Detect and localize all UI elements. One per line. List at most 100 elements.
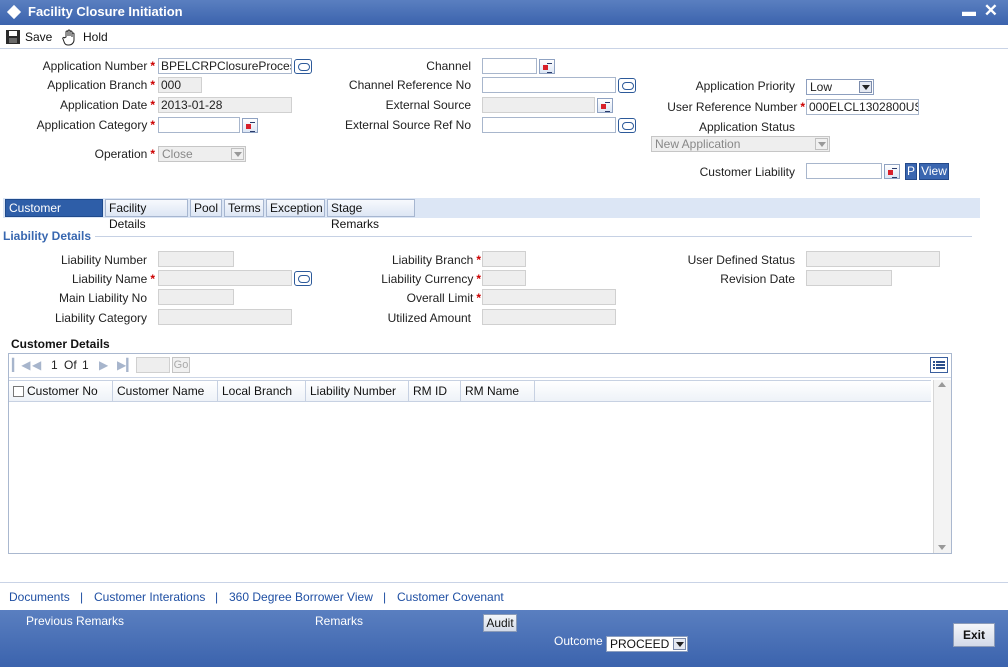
chevron-down-icon [231,148,244,160]
chevron-down-icon [815,138,828,150]
user-defined-status-input[interactable] [806,251,940,267]
column-customer-no[interactable]: Customer No [9,381,113,402]
operation-select[interactable]: Close [158,146,246,162]
tab-pool[interactable]: Pool [190,199,222,217]
column-rm-name[interactable]: RM Name [461,381,535,402]
column-customer-name[interactable]: Customer Name [113,381,218,402]
external-source-lov-button[interactable] [597,98,613,113]
grid-header: Customer No Customer Name Local Branch L… [9,380,931,402]
close-icon[interactable]: ✕ [984,1,998,21]
overall-limit-input[interactable] [482,289,616,305]
outcome-select[interactable]: PROCEED [606,636,688,652]
main-liability-no-label: Main Liability No [58,291,147,305]
column-liability-number[interactable]: Liability Number [306,381,409,402]
application-status-select[interactable]: New Application [651,136,830,152]
grid-pager: ▎◀ ◀ 1 Of 1 ▶ ▶▎ Go [9,354,951,378]
customer-liability-input[interactable] [806,163,882,179]
utilized-amount-input[interactable] [482,309,616,325]
chevron-down-icon [673,638,686,650]
external-source-ref-no-input[interactable] [482,117,616,133]
application-status-label: Application Status [698,120,795,134]
application-number-input[interactable]: BPELCRPClosureProces [158,58,292,74]
scroll-down-icon[interactable] [938,545,946,550]
previous-page-icon[interactable]: ◀ [32,358,41,372]
liability-branch-input[interactable] [482,251,526,267]
exit-button[interactable]: Exit [953,623,995,647]
application-priority-select[interactable]: Low [806,79,874,95]
tab-exception[interactable]: Exception [266,199,325,217]
last-page-icon[interactable]: ▶▎ [117,358,135,372]
next-page-icon[interactable]: ▶ [99,358,108,372]
application-branch-label: Application Branch * [47,78,155,92]
minimize-icon[interactable]: ▬ [962,3,976,19]
revision-date-input[interactable] [806,270,892,286]
channel-reference-no-label: Channel Reference No [348,78,471,92]
liability-name-detail-button[interactable] [294,271,312,286]
user-reference-number-input[interactable]: 000ELCL1302800US [806,99,919,115]
channel-reference-no-input[interactable] [482,77,616,93]
save-icon [6,30,20,44]
customer-interations-link[interactable]: Customer Interations [94,590,205,604]
operation-label: Operation * [94,147,155,161]
pager-total: 1 [82,358,89,372]
tab-terms[interactable]: Terms [224,199,264,217]
tab-facility-details[interactable]: Facility Details [105,199,188,231]
revision-date-label: Revision Date [720,272,795,286]
channel-reference-detail-button[interactable] [618,78,636,93]
hand-icon [62,29,75,46]
toolbar: Save Hold [0,25,1008,49]
liability-name-input[interactable] [158,270,292,286]
tab-customer-details[interactable]: Customer Details [5,199,103,231]
liability-currency-input[interactable] [482,270,526,286]
external-source-input[interactable] [482,97,595,113]
go-button[interactable]: Go [172,357,190,373]
application-date-input[interactable]: 2013-01-28 [158,97,292,113]
list-view-icon[interactable] [930,357,948,373]
channel-input[interactable] [482,58,537,74]
main-liability-no-input[interactable] [158,289,234,305]
customer-liability-view-button[interactable]: View [919,163,949,180]
user-reference-number-label: User Reference Number * [667,100,805,114]
customer-covenant-link[interactable]: Customer Covenant [397,590,504,604]
application-branch-input[interactable]: 000 [158,77,202,93]
channel-label: Channel [426,59,471,73]
customer-details-title: Customer Details [11,337,110,351]
documents-link[interactable]: Documents [9,590,70,604]
grid-scrollbar[interactable] [933,380,951,553]
customer-details-grid: ▎◀ ◀ 1 Of 1 ▶ ▶▎ Go Customer No Customer… [8,353,952,554]
application-category-label: Application Category * [36,118,155,132]
liability-number-input[interactable] [158,251,234,267]
application-number-detail-button[interactable] [294,59,312,74]
scroll-up-icon[interactable] [938,382,946,387]
remarks-link[interactable]: Remarks [315,614,363,628]
hold-button[interactable]: Hold [61,28,108,46]
utilized-amount-label: Utilized Amount [387,311,471,325]
liability-category-input[interactable] [158,309,292,325]
column-local-branch[interactable]: Local Branch [218,381,306,402]
borrower-view-link[interactable]: 360 Degree Borrower View [229,590,373,604]
external-source-ref-detail-button[interactable] [618,118,636,133]
application-category-lov-button[interactable] [242,118,258,133]
liability-number-label: Liability Number [60,253,147,267]
application-number-label: Application Number * [42,59,155,73]
page-number-input[interactable] [136,357,170,373]
customer-liability-lov-button[interactable] [884,164,900,179]
liability-currency-label: Liability Currency * [381,272,481,286]
audit-button[interactable]: Audit [483,614,517,632]
liability-category-label: Liability Category [54,311,147,325]
tab-stage-remarks[interactable]: Stage Remarks [327,199,415,231]
previous-remarks-link[interactable]: Previous Remarks [26,614,124,628]
link-separator: | [215,590,219,604]
footer-links: Documents | Customer Interations | 360 D… [0,582,1008,610]
column-rm-id[interactable]: RM ID [409,381,461,402]
title-bar: Facility Closure Initiation ▬ ✕ [0,0,1008,25]
select-all-checkbox[interactable] [13,386,24,397]
first-page-icon[interactable]: ▎◀ [12,358,30,372]
customer-liability-p-button[interactable]: P [905,163,917,180]
application-date-label: Application Date * [59,98,155,112]
section-divider [95,236,972,237]
save-button[interactable]: Save [5,28,52,46]
application-category-input[interactable] [158,117,240,133]
liability-details-title: Liability Details [3,229,92,243]
channel-lov-button[interactable] [539,59,555,74]
